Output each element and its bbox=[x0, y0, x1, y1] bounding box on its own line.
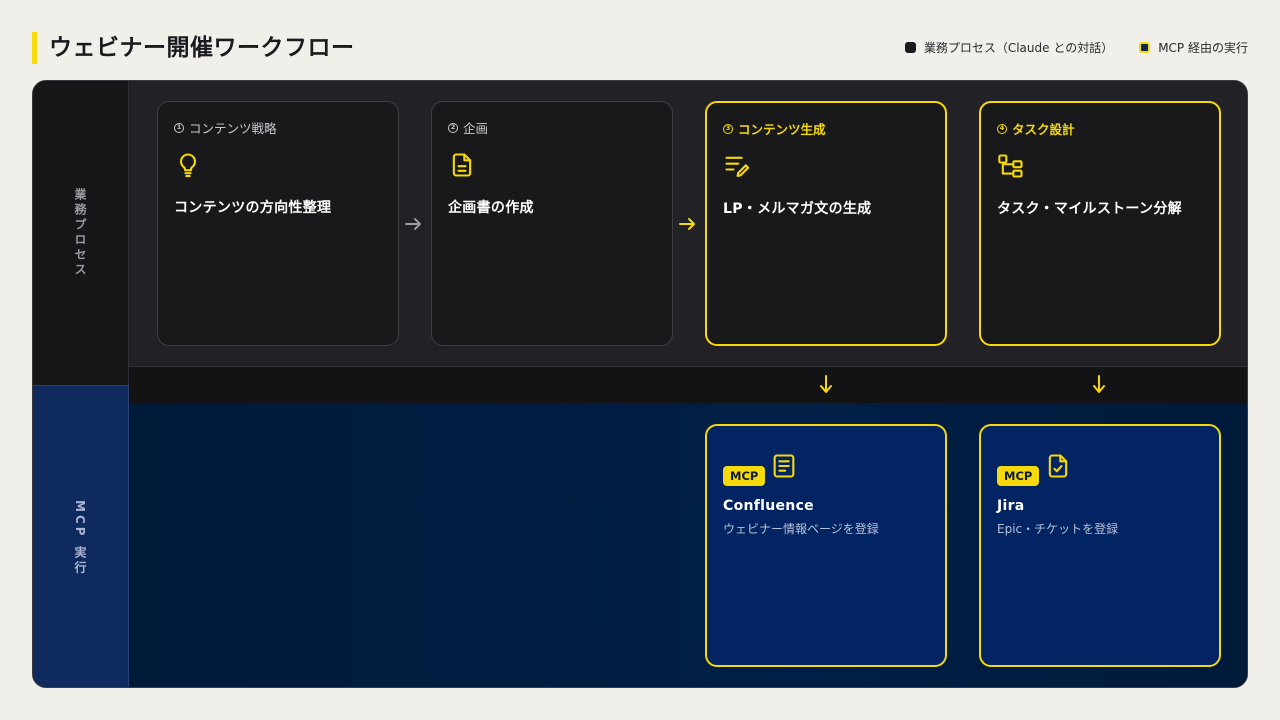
legend-swatch-business bbox=[904, 42, 916, 53]
step-card-4[interactable]: 4 タスク設計 タスク・マイルストーン分解 bbox=[979, 101, 1221, 346]
mcp-card-jira[interactable]: MCP Jira Epic・チケットを登録 bbox=[979, 424, 1221, 667]
step-header: 4 タスク設計 bbox=[997, 119, 1203, 138]
step-number: 1 bbox=[174, 122, 184, 133]
step-title: LP・メルマガ文の生成 bbox=[723, 201, 872, 217]
step-card-2[interactable]: 2 企画 企画書の作成 bbox=[431, 101, 673, 346]
step-header: 2 企画 bbox=[448, 118, 656, 137]
arrow-right-icon bbox=[405, 218, 421, 230]
step-label: コンテンツ戦略 bbox=[189, 121, 277, 136]
arrow-down-icon bbox=[820, 375, 832, 393]
step-title: タスク・マイルストーン分解 bbox=[997, 201, 1182, 217]
lane-label-business-text: 業務プロセス bbox=[73, 188, 87, 278]
step-label: コンテンツ生成 bbox=[738, 122, 826, 137]
lane-label-mcp: MCP 実行 bbox=[33, 385, 129, 687]
legend-label-mcp: MCP 経由の実行 bbox=[1158, 41, 1248, 55]
lane-label-mcp-text: MCP 実行 bbox=[73, 499, 87, 576]
step-header: 1 コンテンツ戦略 bbox=[174, 118, 382, 137]
legend: 業務プロセス（Claude との対話） MCP 経由の実行 bbox=[904, 39, 1248, 56]
arrow-down-icon bbox=[1093, 375, 1105, 393]
step-number: 3 bbox=[723, 123, 733, 134]
lane-label-business: 業務プロセス bbox=[33, 81, 129, 385]
legend-swatch-mcp bbox=[1139, 42, 1151, 53]
step-title: 企画書の作成 bbox=[448, 200, 534, 216]
mcp-lane: MCP Confluence ウェビナー情報ページを登録 MCP Jira Ep… bbox=[129, 403, 1247, 687]
business-lane: 1 コンテンツ戦略 コンテンツの方向性整理 2 企画 企画書の作成 3 コンテン… bbox=[129, 81, 1247, 367]
step-number: 4 bbox=[997, 123, 1007, 134]
legend-item-business: 業務プロセス（Claude との対話） bbox=[904, 39, 1114, 56]
page-icon bbox=[774, 454, 795, 478]
document-icon bbox=[452, 153, 472, 177]
ticket-check-icon bbox=[1049, 454, 1068, 478]
step-label: タスク設計 bbox=[1012, 122, 1075, 137]
step-card-1[interactable]: 1 コンテンツ戦略 コンテンツの方向性整理 bbox=[157, 101, 399, 346]
step-number: 2 bbox=[448, 122, 458, 133]
mcp-card-confluence[interactable]: MCP Confluence ウェビナー情報ページを登録 bbox=[705, 424, 947, 667]
lane-divider bbox=[129, 367, 1247, 403]
step-header: 3 コンテンツ生成 bbox=[723, 119, 929, 138]
mcp-card-title: Confluence bbox=[723, 498, 814, 514]
legend-item-mcp: MCP 経由の実行 bbox=[1139, 39, 1248, 56]
edit-lines-icon bbox=[725, 156, 750, 177]
mcp-badge: MCP bbox=[997, 466, 1040, 486]
step-card-3[interactable]: 3 コンテンツ生成 LP・メルマガ文の生成 bbox=[705, 101, 947, 346]
mcp-card-title: Jira bbox=[997, 498, 1025, 514]
page-title: ウェビナー開催ワークフロー bbox=[32, 32, 355, 64]
step-title: コンテンツの方向性整理 bbox=[174, 200, 332, 216]
step-label: 企画 bbox=[463, 121, 489, 136]
legend-label-business: 業務プロセス（Claude との対話） bbox=[923, 41, 1114, 55]
workflow-board: 業務プロセス MCP 実行 1 コンテンツ戦略 コンテンツの方向性整理 2 企画 bbox=[32, 80, 1248, 688]
arrow-right-icon bbox=[679, 218, 695, 230]
mcp-badge: MCP bbox=[723, 466, 766, 486]
mcp-card-desc: Epic・チケットを登録 bbox=[997, 522, 1119, 536]
lightbulb-icon bbox=[179, 153, 197, 178]
mcp-card-desc: ウェビナー情報ページを登録 bbox=[723, 522, 879, 536]
hierarchy-icon bbox=[998, 154, 1023, 178]
